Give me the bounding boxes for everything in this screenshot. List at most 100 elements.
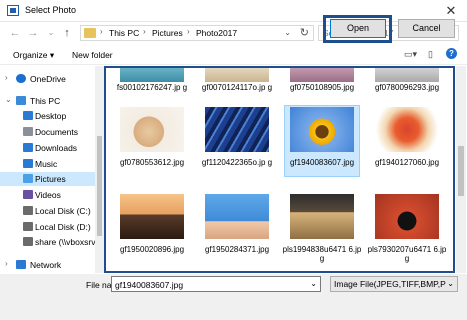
sidebar-item-label: Local Disk (C:) — [35, 206, 91, 216]
file-tile[interactable]: gf1950020896.jpg — [112, 194, 192, 262]
folder-icon — [84, 28, 96, 38]
sidebar-item-downloads[interactable]: Downloads — [0, 141, 95, 155]
sidebar-item-network[interactable]: › Network — [0, 258, 95, 272]
image-thumbnail[interactable] — [375, 194, 439, 239]
image-thumbnail[interactable] — [290, 68, 354, 82]
sidebar-item-onedrive[interactable]: › OneDrive — [0, 72, 95, 86]
title-bar: Select Photo ✕ — [0, 0, 467, 22]
organize-button[interactable]: Organize ▾ — [13, 50, 54, 61]
sidebar-item-pictures[interactable]: Pictures — [0, 172, 95, 186]
file-name-text: gf0750108905.jpg — [289, 83, 355, 92]
image-thumbnail[interactable] — [375, 107, 439, 152]
chevron-down-icon[interactable]: ⌄ — [310, 279, 317, 288]
chevron-down-icon[interactable]: ⌄ — [447, 279, 454, 288]
image-thumbnail[interactable] — [375, 68, 439, 82]
recent-chevron-icon[interactable]: ⌄ — [44, 26, 58, 40]
sidebar-item-label: Desktop — [35, 111, 67, 121]
sidebar-item-label: Local Disk (D:) — [35, 222, 91, 232]
up-arrow-icon[interactable]: ↑ — [60, 26, 74, 40]
sidebar-item-label: share (\\vboxsrv — [35, 237, 96, 247]
file-name-text: pls7930207u6471 6.jpg — [367, 245, 447, 263]
breadcrumb-separator-icon: › — [143, 27, 146, 36]
image-thumbnail[interactable] — [290, 107, 354, 152]
chevron-right-icon[interactable]: › — [5, 73, 8, 82]
image-thumbnail[interactable] — [120, 68, 184, 82]
breadcrumb-photo2017[interactable]: Photo2017 — [196, 28, 237, 38]
file-tile[interactable]: pls1994838u6471 6.jpg — [282, 194, 362, 263]
sidebar-item-label: Downloads — [35, 143, 78, 153]
network-icon — [16, 260, 26, 269]
image-thumbnail[interactable] — [120, 194, 184, 239]
image-thumbnail[interactable] — [120, 107, 184, 152]
breadcrumb-this-pc[interactable]: This PC — [109, 28, 139, 38]
documents-icon — [23, 127, 33, 136]
breadcrumb-separator-icon: › — [187, 27, 190, 36]
image-thumbnail[interactable] — [205, 68, 269, 82]
file-name-text: gf1940127060.jpg — [374, 158, 440, 167]
sidebar-item-this-pc[interactable]: ⌄ This PC — [0, 94, 95, 108]
file-tile[interactable]: gf1950284371.jpg — [197, 194, 277, 262]
music-icon — [23, 159, 33, 168]
file-type-filter[interactable]: Image File(JPEG,TIFF,BMP,PNG, ⌄ — [330, 276, 458, 292]
open-button[interactable]: Open — [330, 19, 386, 38]
new-folder-button[interactable]: New folder — [72, 50, 113, 60]
file-list: fs00102176247.jp g gf0070124117o.jp g gf07… — [104, 66, 455, 273]
sidebar-item-local-disk-d[interactable]: Local Disk (D:) — [0, 220, 95, 234]
file-tile[interactable]: gf1120422365o.jp g — [197, 107, 277, 175]
cancel-button[interactable]: Cancel — [398, 19, 455, 38]
window-title: Select Photo — [25, 5, 77, 15]
forward-arrow-icon[interactable]: → — [26, 26, 40, 40]
back-arrow-icon[interactable]: ← — [8, 26, 22, 40]
file-name-text: gf0070124117o.jp g — [201, 83, 273, 92]
file-tile[interactable]: gf1940083607.jpg — [282, 105, 362, 177]
sidebar-item-label: Network — [30, 260, 62, 270]
file-name-text: gf1950020896.jpg — [119, 245, 185, 254]
sidebar-item-music[interactable]: Music — [0, 157, 95, 171]
file-scrollbar[interactable] — [456, 66, 466, 273]
breadcrumb-pictures[interactable]: Pictures — [152, 28, 183, 38]
file-tile[interactable]: pls7930207u6471 6.jpg — [367, 194, 447, 263]
file-name-text: gf1120422365o.jp g — [201, 158, 273, 167]
help-icon[interactable]: ? — [446, 48, 457, 59]
disk-icon — [23, 206, 33, 215]
sidebar-item-share-vboxsrv[interactable]: share (\\vboxsrv — [0, 235, 95, 249]
videos-icon — [23, 190, 33, 199]
file-tile[interactable]: gf1940127060.jpg — [367, 107, 447, 175]
command-bar: Organize ▾ New folder ▭▾ ▯ ? — [0, 45, 467, 65]
sidebar-item-label: Pictures — [35, 174, 66, 184]
dialog-footer: File name: ⌄ Image File(JPEG,TIFF,BMP,PN… — [0, 274, 467, 320]
file-name-text: fs00102176247.jp g — [116, 83, 188, 92]
image-thumbnail[interactable] — [205, 107, 269, 152]
sidebar-item-label: This PC — [30, 96, 61, 106]
file-name-text: gf1950284371.jpg — [204, 245, 270, 254]
chevron-down-icon[interactable]: ⌄ — [284, 28, 291, 37]
breadcrumb[interactable]: › This PC › Pictures › Photo2017 ⌄ ↻ — [80, 25, 314, 41]
sidebar-item-label: OneDrive — [30, 74, 66, 84]
file-type-filter-value: Image File(JPEG,TIFF,BMP,PNG, — [334, 279, 446, 289]
chevron-right-icon[interactable]: › — [5, 259, 8, 268]
nav-scrollbar[interactable] — [95, 66, 104, 273]
navigation-pane: › OneDrive ⌄ This PC Desktop Documents Downloa… — [0, 66, 105, 273]
sidebar-item-videos[interactable]: Videos — [0, 188, 95, 202]
file-name-text: gf0780096293.jpg — [374, 83, 440, 92]
nav-scrollbar-thumb[interactable] — [97, 136, 102, 236]
view-options-icon[interactable]: ▭▾ — [404, 49, 417, 60]
file-name-field[interactable] — [115, 279, 305, 290]
download-icon — [23, 143, 33, 152]
disk-icon — [23, 222, 33, 231]
refresh-icon[interactable]: ↻ — [300, 26, 309, 39]
cancel-button-label: Cancel — [412, 23, 441, 33]
file-name-combobox[interactable]: ⌄ — [111, 276, 321, 292]
file-scrollbar-thumb[interactable] — [458, 146, 464, 196]
file-tile[interactable]: gf0780553612.jpg — [112, 107, 192, 175]
image-thumbnail[interactable] — [205, 194, 269, 239]
sidebar-item-documents[interactable]: Documents — [0, 125, 95, 139]
chevron-down-icon[interactable]: ⌄ — [5, 95, 12, 104]
preview-pane-icon[interactable]: ▯ — [428, 49, 433, 60]
image-thumbnail[interactable] — [290, 194, 354, 239]
file-name-text: pls1994838u6471 6.jpg — [282, 245, 362, 263]
address-bar: ← → ⌄ ↑ › This PC › Pictures › Photo2017… — [0, 22, 467, 44]
sidebar-item-desktop[interactable]: Desktop — [0, 109, 95, 123]
app-icon — [7, 5, 19, 16]
sidebar-item-local-disk-c[interactable]: Local Disk (C:) — [0, 204, 95, 218]
